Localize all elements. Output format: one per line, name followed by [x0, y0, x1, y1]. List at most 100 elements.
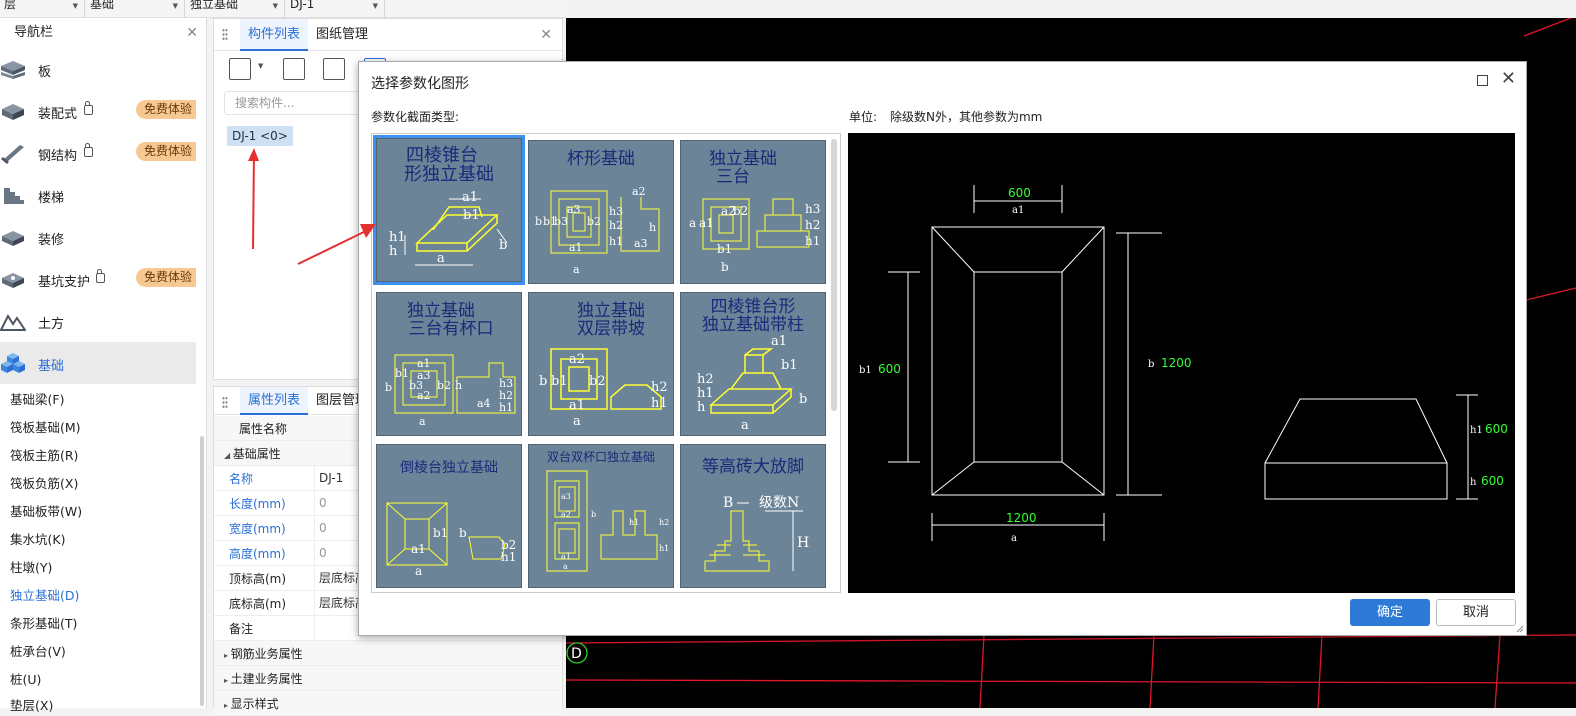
svg-text:a1: a1	[411, 542, 426, 556]
svg-text:b1: b1	[543, 215, 557, 228]
chevron-down-icon[interactable]: ▼	[258, 62, 263, 70]
nav-sub-item[interactable]: 桩承台(V)	[10, 641, 66, 660]
shape-cell-three-tier[interactable]: 独立基础 三台 a2 a1 a b2 b1 b h3 h2 h1	[680, 140, 826, 284]
svg-text:a: a	[419, 415, 426, 428]
dialog-title: 选择参数化图形	[371, 76, 469, 92]
parametric-shape-dialog: 选择参数化图形 ✕ 参数化截面类型: 单位: 除级数N外，其他参数为mm 四棱锥…	[358, 61, 1527, 636]
svg-text:b2: b2	[587, 215, 601, 228]
frustum-with-column-diagram: a1 b1 h2h1h b a	[697, 334, 807, 433]
svg-text:a: a	[437, 251, 445, 266]
nav-scrollbar[interactable]	[200, 436, 204, 706]
property-key: 顶标高(m)	[229, 572, 287, 586]
svg-text:a3: a3	[634, 237, 648, 250]
svg-text:b1: b1	[395, 367, 409, 380]
nav-sub-item[interactable]: 集水坑(K)	[10, 529, 65, 548]
svg-text:h1: h1	[805, 234, 820, 248]
nav-category-slab[interactable]: 板	[0, 48, 196, 90]
shape-cell-brick-footing[interactable]: 等高砖大放脚 B 级数N H	[680, 444, 826, 588]
floor-select[interactable]: 层 ▼	[0, 0, 85, 18]
shape-cell-pyramid-frustum[interactable]: 四棱锥台 形独立基础 a1 b1 h1 h a b	[373, 135, 525, 285]
resize-grip-icon[interactable]	[1516, 625, 1524, 633]
svg-text:b: b	[499, 238, 507, 253]
nav-sub-item[interactable]: 柱墩(Y)	[10, 557, 52, 576]
nav-sub-item[interactable]: 筏板负筋(X)	[10, 473, 78, 492]
svg-text:b: b	[799, 392, 807, 407]
decoration-icon	[2, 231, 24, 246]
tab-property-list[interactable]: 属性列表	[240, 387, 309, 415]
close-icon[interactable]: ✕	[186, 18, 198, 48]
nav-category-earthwork[interactable]: 土方	[0, 300, 196, 342]
property-key: 高度(mm)	[229, 547, 286, 561]
new-component-icon[interactable]	[229, 58, 251, 80]
nav-category-steel[interactable]: 钢结构 免费体验	[0, 132, 196, 174]
nav-category-decoration[interactable]: 装修	[0, 216, 196, 258]
category-select[interactable]: 基础 ▼	[86, 0, 185, 18]
nav-category-prefab[interactable]: 装配式 免费体验	[0, 90, 196, 132]
svg-text:h2: h2	[651, 380, 668, 395]
property-group-rebar[interactable]: ▸ 钢筋业务属性	[214, 641, 562, 666]
svg-text:b: b	[385, 381, 392, 394]
drag-handle-icon[interactable]	[222, 28, 228, 41]
nav-sub-item[interactable]: 筏板基础(M)	[10, 417, 81, 436]
shape-cell-frustum-with-column[interactable]: 四棱锥台形 独立基础带柱 a1 b1 h2 h1 h b a	[680, 292, 826, 436]
nav-category-label: 板	[38, 65, 52, 80]
ok-button[interactable]: 确定	[1350, 599, 1430, 626]
tab-drawing-management[interactable]: 图纸管理	[308, 19, 376, 51]
property-key: 备注	[229, 622, 254, 636]
preview-dim-name: b1	[859, 365, 872, 376]
svg-text:b1: b1	[781, 358, 798, 373]
shape-cell-cup-foundation[interactable]: 杯形基础 a2 a3 b3 b2 b1 b a1 a h3 h2 h1 h a3	[528, 140, 674, 284]
component-item[interactable]: DJ-1 <0>	[227, 126, 293, 146]
component-select[interactable]: DJ-1 ▼	[286, 0, 385, 18]
nav-sub-item[interactable]: 筏板主筋(R)	[10, 445, 78, 464]
svg-text:a1: a1	[699, 216, 714, 230]
nav-sub-item[interactable]: 垫层(X)	[10, 695, 53, 714]
nav-sub-item[interactable]: 基础板带(W)	[10, 501, 82, 520]
svg-text:B: B	[723, 495, 733, 511]
free-trial-badge[interactable]: 免费体验	[135, 268, 196, 287]
svg-text:h: h	[649, 221, 656, 234]
svg-text:h1: h1	[651, 396, 668, 411]
svg-text:a1: a1	[561, 552, 571, 561]
shape-cell-three-tier-cup[interactable]: 独立基础 三台有杯口 a1 a3 a2 b1 b3 b2 b a h h3 h2 h1 a4	[376, 292, 522, 436]
copy-icon[interactable]	[283, 58, 305, 80]
close-icon[interactable]: ✕	[1501, 68, 1516, 89]
nav-category-stair[interactable]: 楼梯	[0, 174, 196, 216]
shape-cell-double-slope[interactable]: 独立基础 双层带坡 a2 b2 b1 b a1 a h2 h1	[528, 292, 674, 436]
property-group-civil[interactable]: ▸ 土建业务属性	[214, 666, 562, 691]
property-group-label: ▸ 土建业务属性	[224, 670, 303, 687]
close-icon[interactable]: ✕	[540, 27, 552, 43]
shape-cell-inverted-frustum[interactable]: 倒棱台独立基础 b1 a1 a b b2 h1	[376, 444, 522, 588]
navigation-panel: 导航栏 ✕ 板 装配式 免费体验 钢结构 免费体验 楼梯 装修 基坑支护 免费体…	[0, 18, 207, 713]
delete-icon[interactable]	[323, 58, 345, 80]
stair-icon	[4, 188, 24, 204]
drag-handle-icon[interactable]	[222, 396, 228, 409]
three-tier-cup-diagram: a1a3a2b1b3 b2bah h3h2h1a4	[385, 354, 516, 428]
nav-category-label: 基础	[38, 359, 65, 374]
search-input[interactable]: 搜索构件...	[224, 91, 374, 115]
pit-support-icon	[2, 273, 24, 288]
maximize-icon[interactable]	[1477, 75, 1488, 86]
nav-sub-item[interactable]: 基础梁(F)	[10, 389, 64, 408]
free-trial-badge[interactable]: 免费体验	[135, 142, 196, 161]
nav-category-foundation[interactable]: 基础	[0, 342, 196, 384]
preview-dim-name: h	[1470, 477, 1477, 488]
svg-text:a2: a2	[569, 352, 585, 367]
property-group-display[interactable]: ▸ 显示样式	[214, 691, 562, 716]
shape-cell-double-cup[interactable]: 双台双杯口独立基础 a3 a2 a1 a b h2 h1 h1	[528, 444, 674, 588]
free-trial-badge[interactable]: 免费体验	[135, 100, 196, 119]
nav-sub-item[interactable]: 条形基础(T)	[10, 613, 77, 632]
chevron-down-icon: ▼	[272, 2, 278, 10]
type-select[interactable]: 独立基础 ▼	[186, 0, 285, 18]
cancel-button[interactable]: 取消	[1436, 599, 1516, 626]
type-select-value: 独立基础	[190, 0, 239, 11]
collapse-icon: ◢	[224, 451, 233, 460]
nav-sub-item[interactable]: 桩(U)	[10, 669, 41, 688]
tab-component-list[interactable]: 构件列表	[240, 19, 309, 51]
nav-sub-item-isolated-foundation[interactable]: 独立基础(D)	[10, 585, 79, 604]
property-key: 名称	[229, 472, 254, 486]
shape-grid-scrollbar[interactable]	[831, 139, 837, 411]
svg-text:h3: h3	[805, 202, 820, 216]
nav-category-pit-support[interactable]: 基坑支护 免费体验	[0, 258, 196, 300]
svg-text:b2: b2	[437, 379, 451, 392]
